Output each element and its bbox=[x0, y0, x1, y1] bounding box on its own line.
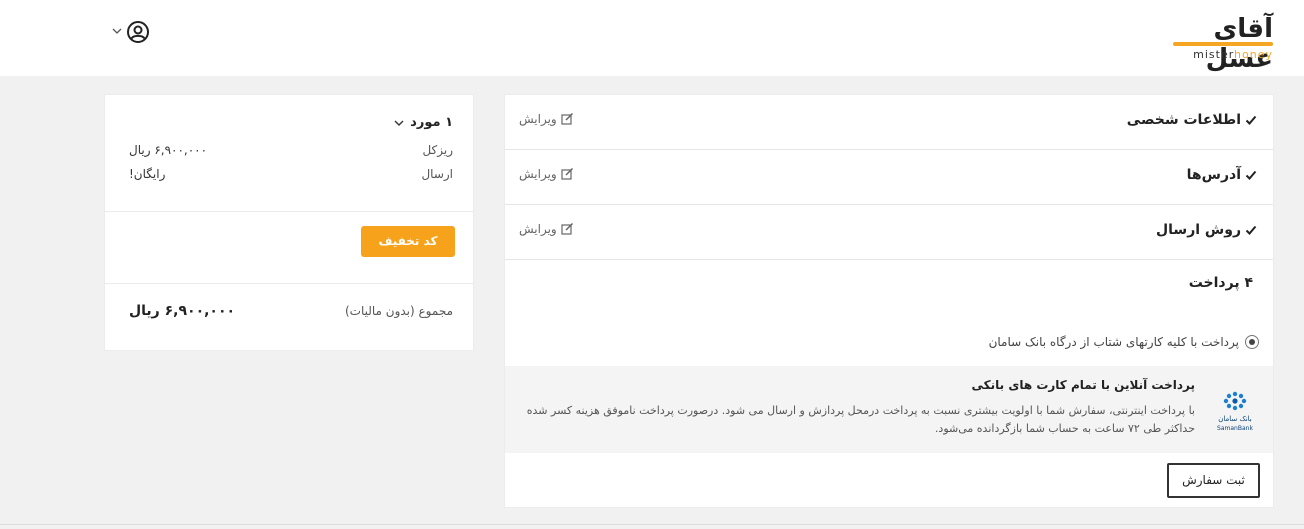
checkout-steps: اطلاعات شخصی ویرایش آدرس‌ها ویرایش روش ا… bbox=[504, 94, 1274, 508]
shipping-label: ارسال bbox=[421, 167, 453, 181]
shipping-value: رایگان! bbox=[129, 167, 166, 181]
divider bbox=[105, 211, 473, 212]
user-circle-icon bbox=[127, 21, 149, 43]
gateway-title: پرداخت آنلاین با تمام کارت های بانکی bbox=[971, 378, 1195, 392]
saman-bank-logo: بانک سامان SamanBank bbox=[1217, 391, 1253, 432]
items-count-toggle[interactable]: ۱ مورد bbox=[394, 115, 453, 130]
subtotal-value: ۶,۹۰۰,۰۰۰ ریال bbox=[129, 143, 208, 157]
step-title: آدرس‌ها bbox=[1187, 167, 1257, 183]
check-icon bbox=[1245, 115, 1257, 125]
step-addresses: آدرس‌ها ویرایش bbox=[505, 150, 1273, 205]
step-title: روش ارسال bbox=[1156, 222, 1257, 238]
step-shipping-method: روش ارسال ویرایش bbox=[505, 205, 1273, 260]
footer-divider bbox=[0, 524, 1304, 525]
logo-text-en: misterhoney bbox=[1193, 48, 1273, 61]
step-payment-title: ۴ پرداخت bbox=[1188, 275, 1253, 291]
total-value: ۶,۹۰۰,۰۰۰ ریال bbox=[129, 303, 236, 319]
payment-radio[interactable] bbox=[1245, 335, 1259, 349]
edit-icon bbox=[561, 113, 573, 125]
svg-text:بانک سامان: بانک سامان bbox=[1218, 415, 1252, 423]
order-summary: ۱ مورد ریزکل ۶,۹۰۰,۰۰۰ ریال ارسال رایگان… bbox=[104, 94, 474, 351]
site-header: آقای عسل misterhoney bbox=[0, 0, 1304, 76]
edit-personal-info-link[interactable]: ویرایش bbox=[519, 112, 574, 126]
site-logo[interactable]: آقای عسل misterhoney bbox=[1163, 14, 1273, 74]
svg-text:SamanBank: SamanBank bbox=[1217, 425, 1253, 432]
shipping-row: ارسال رایگان! bbox=[129, 167, 453, 181]
payment-option-saman[interactable]: پرداخت با کلیه کارتهای شتاب از درگاه بان… bbox=[989, 335, 1259, 349]
user-menu[interactable] bbox=[112, 20, 152, 46]
chevron-down-icon bbox=[394, 120, 404, 126]
step-title: اطلاعات شخصی bbox=[1127, 112, 1257, 128]
gateway-info: بانک سامان SamanBank پرداخت آنلاین با تم… bbox=[505, 366, 1273, 453]
subtotal-label: ریزکل bbox=[422, 143, 453, 157]
total-label: مجموع (بدون مالیات) bbox=[344, 304, 453, 318]
items-count: ۱ مورد bbox=[410, 115, 453, 130]
chevron-down-icon bbox=[112, 28, 122, 34]
edit-icon bbox=[561, 168, 573, 180]
payment-option-label: پرداخت با کلیه کارتهای شتاب از درگاه بان… bbox=[988, 335, 1239, 349]
subtotal-row: ریزکل ۶,۹۰۰,۰۰۰ ریال bbox=[129, 143, 453, 157]
edit-shipping-method-link[interactable]: ویرایش bbox=[519, 222, 574, 236]
divider bbox=[105, 283, 473, 284]
step-personal-info: اطلاعات شخصی ویرایش bbox=[505, 95, 1273, 150]
edit-addresses-link[interactable]: ویرایش bbox=[519, 167, 574, 181]
gateway-description: با پرداخت اینترنتی، سفارش شما با اولویت … bbox=[526, 404, 1195, 435]
place-order-button[interactable]: ثبت سفارش bbox=[1167, 463, 1260, 498]
edit-icon bbox=[561, 223, 573, 235]
check-icon bbox=[1245, 170, 1257, 180]
logo-underline bbox=[1173, 42, 1273, 46]
total-row: مجموع (بدون مالیات) ۶,۹۰۰,۰۰۰ ریال bbox=[129, 303, 453, 319]
discount-code-button[interactable]: کد تخفیف bbox=[361, 226, 455, 257]
check-icon bbox=[1245, 225, 1257, 235]
